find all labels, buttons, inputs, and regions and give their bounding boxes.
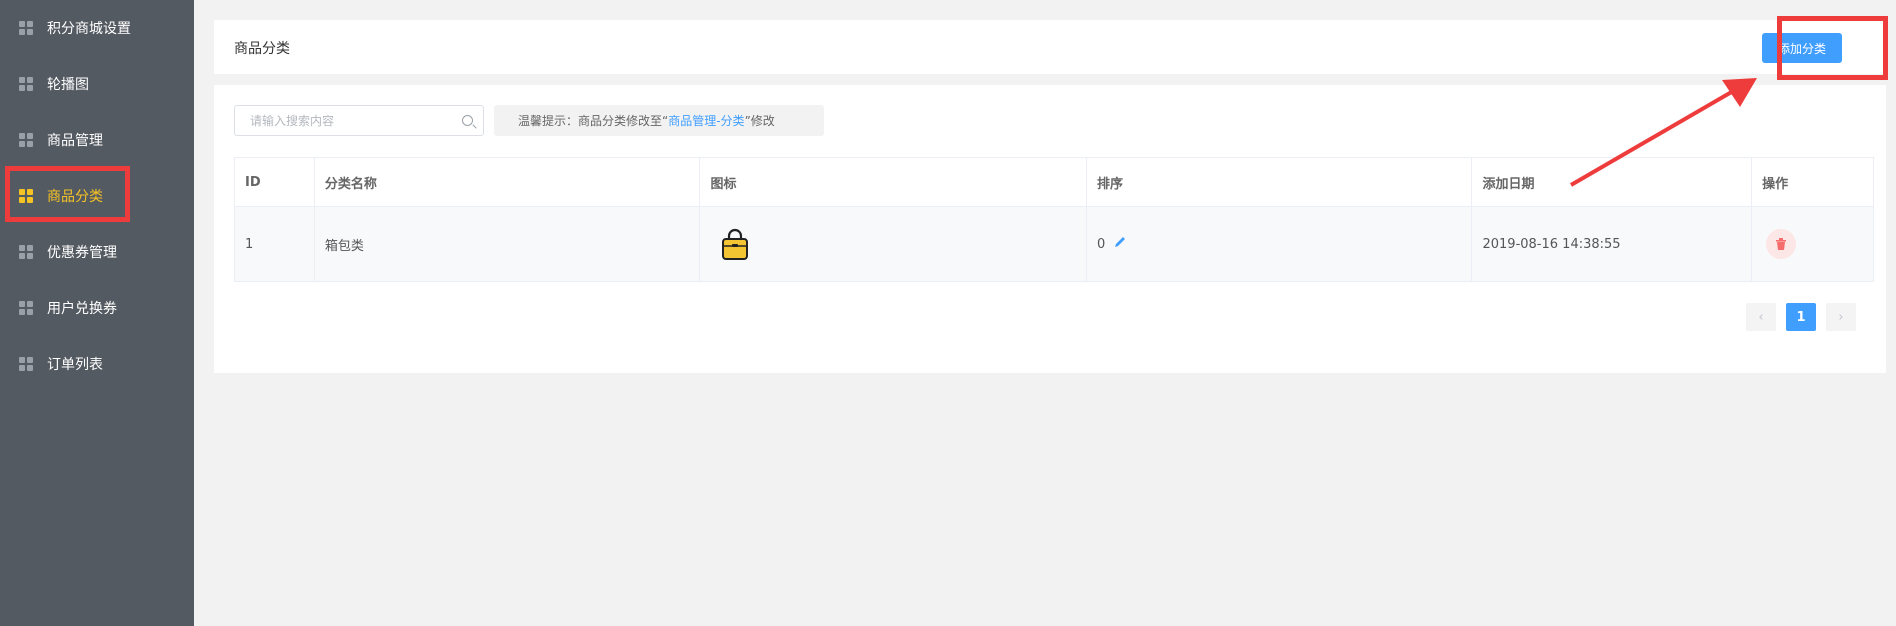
add-category-button[interactable]: 添加分类 [1762,33,1842,63]
sidebar-item-product-category[interactable]: 商品分类 [0,176,194,216]
cell-name: 箱包类 [315,207,701,281]
search-input[interactable] [235,106,460,135]
hint-prefix: 温馨提示：商品分类修改至“ [518,114,669,128]
grid-icon [19,21,33,35]
grid-icon [19,133,33,147]
column-header-actions: 操作 [1762,176,1789,192]
sidebar-item-carousel[interactable]: 轮播图 [0,64,194,104]
sidebar-item-product-management[interactable]: 商品管理 [0,120,194,160]
search-icon[interactable] [462,115,473,126]
sidebar-item-label: 商品管理 [47,133,103,149]
page-number[interactable]: 1 [1786,303,1816,331]
hint-link[interactable]: 商品管理-分类 [668,112,744,129]
table-row: 1 箱包类 0 2019-08-16 14:38:55 [235,207,1873,281]
sidebar-item-coupon-management[interactable]: 优惠券管理 [0,232,194,272]
next-page-button[interactable]: › [1826,303,1856,331]
pencil-icon[interactable] [1113,235,1127,253]
cell-sort: 0 [1087,207,1473,281]
hint-banner: 温馨提示：商品分类修改至“ 商品管理-分类 ”修改 [494,105,824,136]
sort-wrap: 0 [1097,235,1127,253]
sidebar-item-user-vouchers[interactable]: 用户兑换券 [0,288,194,328]
sidebar-item-points-mall-settings[interactable]: 积分商城设置 [0,8,194,48]
cell-actions [1752,207,1873,281]
grid-icon [19,77,33,91]
column-header-sort: 排序 [1087,158,1473,206]
prev-page-button[interactable]: ‹ [1746,303,1776,331]
delete-button[interactable] [1766,229,1797,259]
category-table: ID 分类名称 图标 排序 添加日期 操作 1 箱包类 0 2019-08-16… [234,157,1874,282]
sidebar-item-label: 积分商城设置 [47,21,131,37]
cell-date: 2019-08-16 14:38:55 [1472,207,1753,281]
column-header-date: 添加日期 [1472,158,1753,206]
column-header-name: 分类名称 [315,158,701,206]
sidebar-item-label: 订单列表 [47,357,103,373]
bag-icon [722,228,749,260]
cell-icon [700,207,1087,281]
grid-icon [19,189,33,203]
sidebar-item-order-list[interactable]: 订单列表 [0,344,194,384]
chevron-left-icon: ‹ [1758,309,1764,325]
sidebar-item-label: 优惠券管理 [47,245,117,261]
grid-icon [19,301,33,315]
hint-suffix: ”修改 [744,114,775,128]
column-header-icon: 图标 [700,158,1087,206]
search-box [234,105,484,136]
sidebar-item-label: 商品分类 [47,189,103,205]
pagination: ‹ 1 › [1746,303,1856,331]
grid-icon [19,245,33,259]
sidebar-item-label: 用户兑换券 [47,301,117,317]
sort-value: 0 [1096,236,1106,252]
main-panel: 温馨提示：商品分类修改至“商品管理-分类”修改 ID 分类名称 图标 排序 添加… [214,85,1886,373]
grid-icon [19,357,33,371]
header-panel: 商品分类 添加分类 [214,20,1886,74]
table-header: ID 分类名称 图标 排序 添加日期 操作 [235,158,1873,207]
column-header-id: ID [235,158,315,206]
cell-id: 1 [235,207,315,281]
sidebar: 积分商城设置 轮播图 商品管理 商品分类 优惠券管理 用户兑换券 订单列表 [0,0,194,626]
page-title: 商品分类 [234,41,290,57]
trash-icon [1776,238,1787,250]
sidebar-item-label: 轮播图 [47,77,89,93]
chevron-right-icon: › [1838,309,1844,325]
